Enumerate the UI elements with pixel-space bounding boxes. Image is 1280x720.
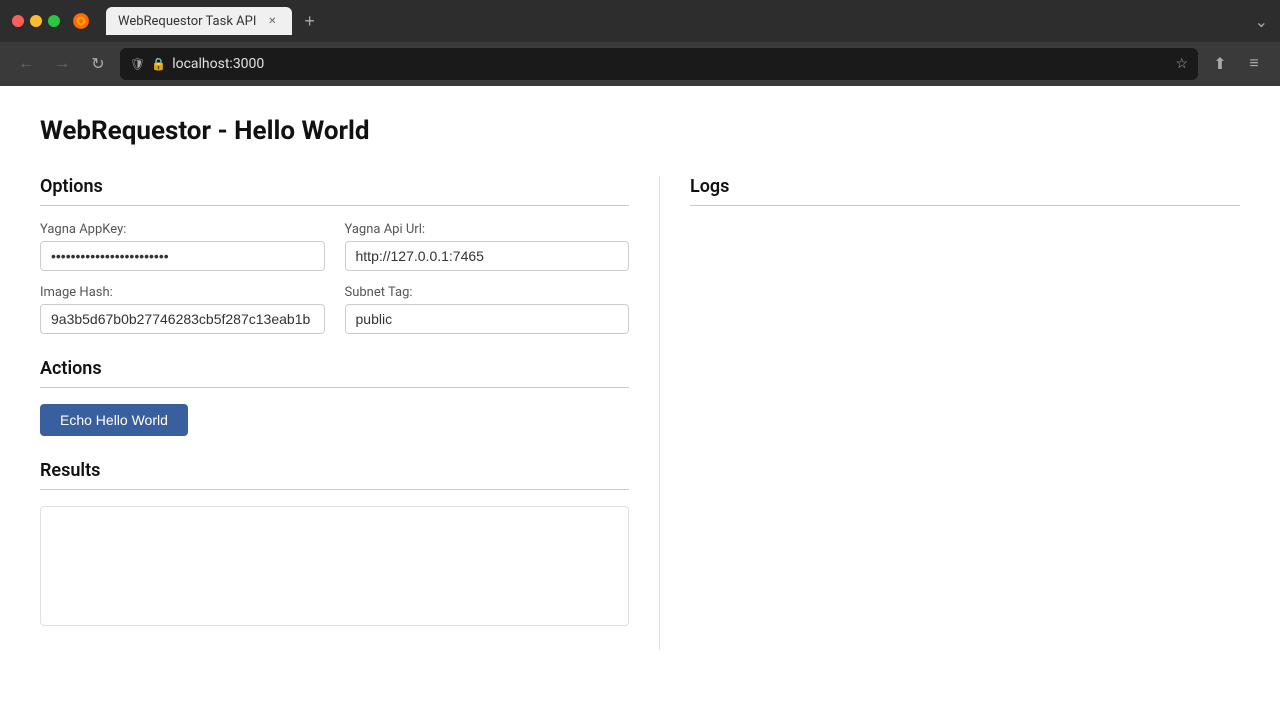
share-button[interactable]: ⬆ — [1206, 50, 1234, 78]
maximize-button[interactable] — [48, 15, 60, 27]
page-content: WebRequestor - Hello World Options Yagna… — [0, 86, 1280, 720]
nav-right: ⬆ ≡ — [1206, 50, 1268, 78]
back-button[interactable]: ← — [12, 50, 40, 78]
left-panel: Options Yagna AppKey: Yagna Api Url: Ima… — [40, 176, 660, 650]
active-tab[interactable]: WebRequestor Task API ✕ — [106, 7, 292, 35]
bookmark-icon[interactable]: ☆ — [1175, 56, 1188, 72]
results-content — [40, 506, 629, 626]
two-col-layout: Options Yagna AppKey: Yagna Api Url: Ima… — [40, 176, 1240, 650]
subnet-tag-label: Subnet Tag: — [345, 285, 630, 300]
tab-overflow-button[interactable]: ⌄ — [1255, 12, 1268, 31]
subnet-tag-group: Subnet Tag: — [345, 285, 630, 334]
forward-button[interactable]: → — [48, 50, 76, 78]
api-url-input[interactable] — [345, 241, 630, 271]
lock-icon: 🔒 — [151, 57, 166, 71]
logs-section: Logs — [690, 176, 1240, 622]
right-panel: Logs — [660, 176, 1240, 650]
address-bar[interactable]: 🛡 🔒 localhost:3000 ☆ — [120, 48, 1198, 80]
logs-section-title: Logs — [690, 176, 1240, 206]
results-section: Results — [40, 460, 629, 626]
echo-hello-world-button[interactable]: Echo Hello World — [40, 404, 188, 436]
api-url-label: Yagna Api Url: — [345, 222, 630, 237]
appkey-input[interactable] — [40, 241, 325, 271]
url-text: localhost:3000 — [172, 56, 264, 72]
reload-button[interactable]: ↻ — [84, 50, 112, 78]
traffic-lights — [12, 15, 60, 27]
options-form: Yagna AppKey: Yagna Api Url: Image Hash:… — [40, 222, 629, 334]
browser-chrome: WebRequestor Task API ✕ + ⌄ ← → ↻ 🛡 🔒 lo… — [0, 0, 1280, 86]
title-bar: WebRequestor Task API ✕ + ⌄ — [0, 0, 1280, 42]
tab-close-button[interactable]: ✕ — [264, 13, 280, 29]
options-section-title: Options — [40, 176, 629, 206]
appkey-label: Yagna AppKey: — [40, 222, 325, 237]
security-icon: 🛡 — [130, 57, 145, 71]
actions-section-title: Actions — [40, 358, 629, 388]
actions-section: Actions Echo Hello World — [40, 358, 629, 436]
page-title: WebRequestor - Hello World — [40, 116, 1240, 146]
results-section-title: Results — [40, 460, 629, 490]
nav-bar: ← → ↻ 🛡 🔒 localhost:3000 ☆ ⬆ ≡ — [0, 42, 1280, 86]
api-url-group: Yagna Api Url: — [345, 222, 630, 271]
minimize-button[interactable] — [30, 15, 42, 27]
appkey-group: Yagna AppKey: — [40, 222, 325, 271]
subnet-tag-input[interactable] — [345, 304, 630, 334]
new-tab-button[interactable]: + — [296, 7, 323, 36]
close-button[interactable] — [12, 15, 24, 27]
firefox-icon — [72, 12, 90, 30]
image-hash-input[interactable] — [40, 304, 325, 334]
options-section: Options Yagna AppKey: Yagna Api Url: Ima… — [40, 176, 629, 334]
image-hash-group: Image Hash: — [40, 285, 325, 334]
tab-title: WebRequestor Task API — [118, 14, 256, 29]
tabs-bar: WebRequestor Task API ✕ + — [106, 7, 1247, 36]
image-hash-label: Image Hash: — [40, 285, 325, 300]
logs-content — [690, 222, 1240, 622]
menu-button[interactable]: ≡ — [1240, 50, 1268, 78]
